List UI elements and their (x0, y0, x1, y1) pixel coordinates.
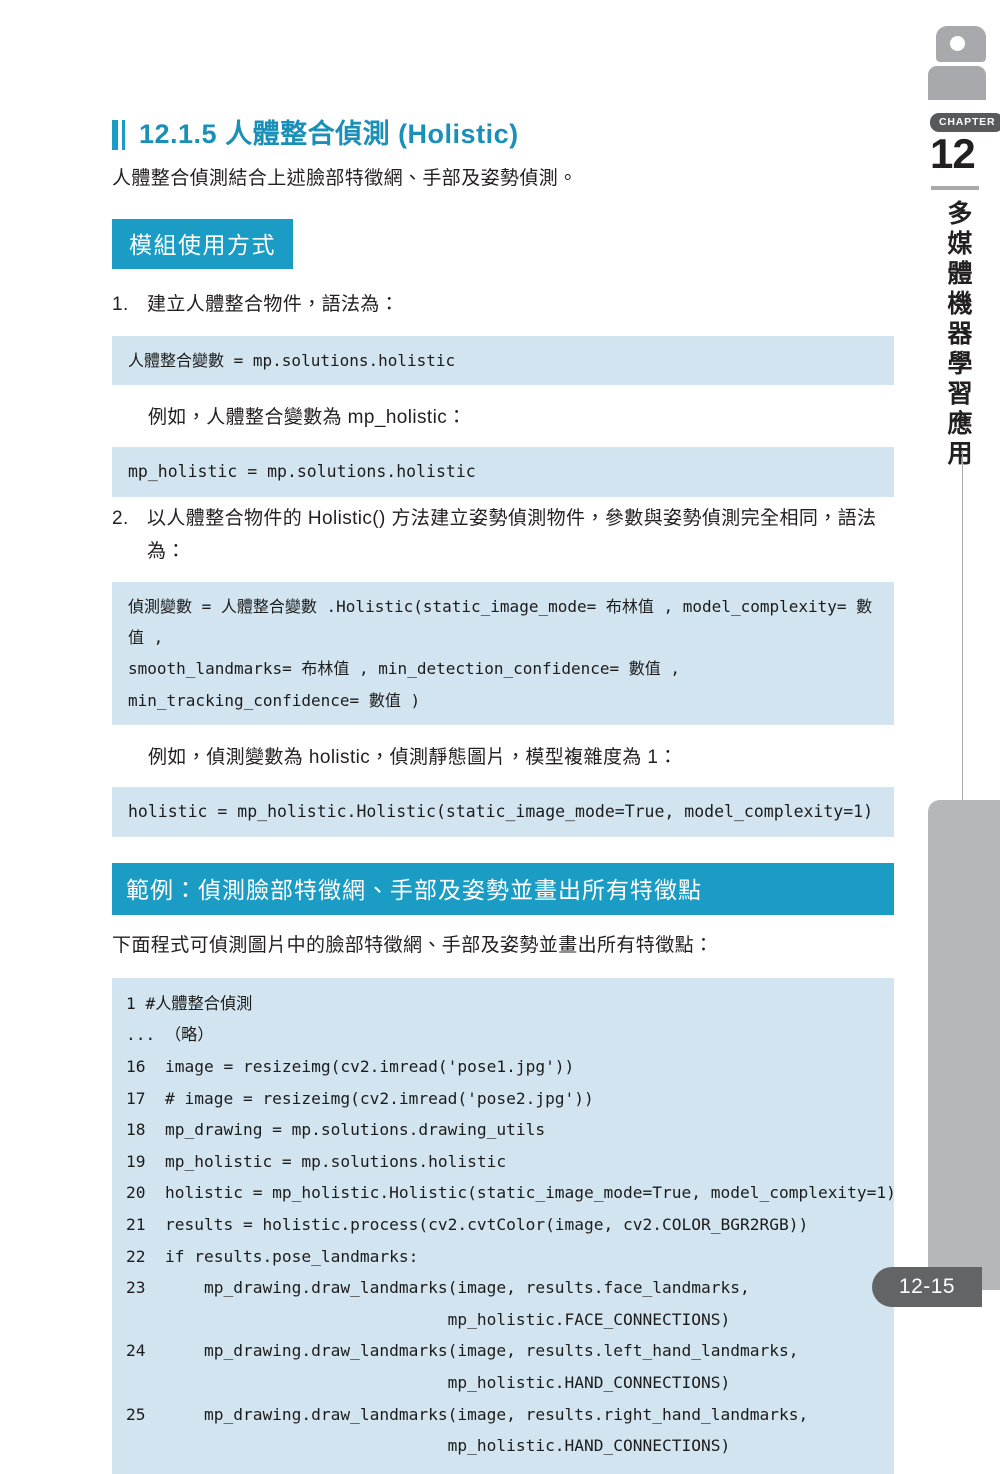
code-line: 18 mp_drawing = mp.solutions.drawing_uti… (126, 1120, 546, 1140)
heading-bars-icon (112, 120, 125, 150)
list-item: 1. 建立人體整合物件，語法為： (112, 289, 894, 321)
chapter-divider (931, 186, 979, 190)
page-number: 12-15 (872, 1267, 982, 1307)
code-block-example: mp_holistic = mp.solutions.holistic (112, 447, 894, 498)
code-line: mp_holistic.HAND_CONNECTIONS) (126, 1436, 731, 1456)
chapter-number: 12 (930, 130, 976, 177)
code-line: 25 mp_drawing.draw_landmarks(image, resu… (126, 1404, 809, 1424)
list-item-marker: 1. (112, 294, 129, 316)
code-line: 21 results = holistic.process(cv2.cvtCol… (126, 1214, 809, 1234)
code-line: 23 mp_drawing.draw_landmarks(image, resu… (126, 1278, 750, 1298)
module-usage-badge: 模組使用方式 (112, 219, 293, 270)
robot-icon (928, 26, 986, 100)
code-line: 19 mp_holistic = mp.solutions.holistic (126, 1151, 507, 1171)
code-listing: 1 #人體整合偵測 ... （略） 16 image = resizeimg(cv2… (112, 977, 896, 1474)
chapter-rail: CHAPTER 12 多媒體機器學習應用 (914, 0, 1000, 1353)
example-description: 下面程式可偵測圖片中的臉部特徵網、手部及姿勢並畫出所有特徵點： (112, 935, 714, 957)
code-line: 24 mp_drawing.draw_landmarks(image, resu… (126, 1341, 799, 1361)
code-line: mp_holistic.HAND_CONNECTIONS) (126, 1372, 731, 1392)
chapter-vertical-title: 多媒體機器學習應用 (944, 200, 973, 470)
page-title: 12.1.5 人體整合偵測 (Holistic) (112, 119, 894, 150)
code-line: 17 # image = resizeimg(cv2.imread('pose2… (126, 1088, 594, 1108)
example-note: 例如，人體整合變數為 mp_holistic： (148, 406, 467, 428)
code-block-example: holistic = mp_holistic.Holistic(static_i… (112, 787, 894, 838)
code-line: 16 image = resizeimg(cv2.imread('pose1.j… (126, 1056, 575, 1076)
code-line: 20 holistic = mp_holistic.Holistic(stati… (126, 1183, 896, 1203)
code-line: mp_holistic.FACE_CONNECTIONS) (126, 1309, 731, 1329)
chapter-thumb-tab (928, 800, 1000, 1290)
section-intro: 人體整合偵測結合上述臉部特徵網、手部及姿勢偵測。 (112, 168, 578, 189)
list-item-marker: 2. (112, 508, 129, 530)
code-block-syntax: 人體整合變數 = mp.solutions.holistic (112, 335, 894, 385)
list-item-text: 建立人體整合物件，語法為： (147, 294, 400, 316)
page-content: 12.1.5 人體整合偵測 (Holistic) 人體整合偵測結合上述臉部特徵網… (112, 119, 896, 1474)
code-block-syntax: 偵測變數 = 人體整合變數 .Holistic(static_image_mod… (112, 582, 894, 725)
section-heading-text: 12.1.5 人體整合偵測 (Holistic) (139, 119, 519, 150)
code-line: 22 if results.pose_landmarks: (126, 1246, 419, 1266)
code-line: ... （略） (126, 1025, 214, 1045)
list-item-text: 以人體整合物件的 Holistic() 方法建立姿勢偵測物件，參數與姿勢偵測完全… (147, 508, 877, 562)
code-line: 1 #人體整合偵測 (126, 993, 253, 1013)
document-page: 12.1.5 人體整合偵測 (Holistic) 人體整合偵測結合上述臉部特徵網… (0, 0, 1000, 1474)
rail-divider-line (962, 450, 963, 805)
example-note: 例如，偵測變數為 holistic，偵測靜態圖片，模型複雜度為 1： (148, 746, 678, 768)
example-section-badge: 範例：偵測臉部特徵網、手部及姿勢並畫出所有特徵點 (112, 863, 894, 916)
list-item: 2. 以人體整合物件的 Holistic() 方法建立姿勢偵測物件，參數與姿勢偵… (112, 503, 894, 568)
